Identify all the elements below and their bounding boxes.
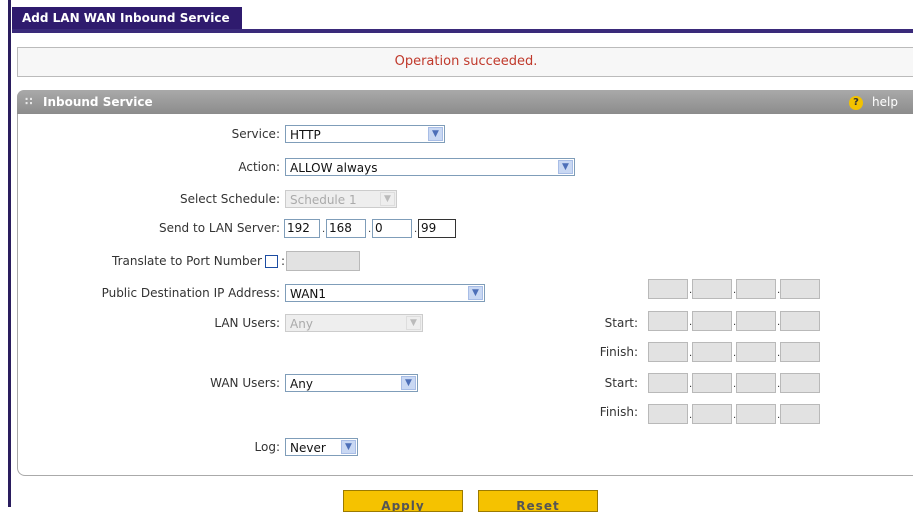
page-tab-title: Add LAN WAN Inbound Service: [12, 7, 242, 29]
status-message: Operation succeeded.: [17, 47, 913, 77]
lan-users-select[interactable]: Any ▼: [285, 314, 423, 332]
public-dest-ip-octet-4[interactable]: [780, 279, 820, 299]
schedule-select[interactable]: Schedule 1 ▼: [285, 190, 397, 208]
schedule-value: Schedule 1: [290, 193, 357, 207]
wan-start-ip-octet-2[interactable]: [692, 373, 732, 393]
chevron-down-icon: ▼: [468, 286, 483, 300]
wan-users-value: Any: [290, 377, 313, 391]
action-label: Action:: [238, 160, 280, 174]
service-select[interactable]: HTTP ▼: [285, 125, 445, 143]
lan-server-octet-2[interactable]: 168: [326, 219, 366, 238]
chevron-down-icon: ▼: [341, 440, 356, 454]
public-dest-value: WAN1: [290, 287, 327, 301]
help-link[interactable]: ? help: [849, 90, 898, 114]
public-dest-ip-octet-3[interactable]: [736, 279, 776, 299]
help-icon: ?: [849, 95, 863, 110]
chevron-down-icon: ▼: [380, 192, 395, 206]
lan-start-ip-octet-2[interactable]: [692, 311, 732, 331]
grip-icon: ∷: [25, 95, 33, 108]
public-dest-select[interactable]: WAN1 ▼: [285, 284, 485, 302]
lan-start-ip-octet-1[interactable]: [648, 311, 688, 331]
chevron-down-icon: ▼: [428, 127, 443, 141]
chevron-down-icon: ▼: [558, 160, 573, 174]
schedule-label: Select Schedule:: [179, 192, 280, 206]
public-dest-ip-octet-2[interactable]: [692, 279, 732, 299]
action-select[interactable]: ALLOW always ▼: [285, 158, 575, 176]
translate-colon: :: [281, 254, 286, 268]
wan-users-select[interactable]: Any ▼: [285, 374, 418, 392]
lan-finish-label: Finish:: [599, 345, 638, 359]
reset-button[interactable]: Reset: [478, 490, 598, 512]
ip-dot: .: [414, 224, 418, 235]
wan-start-ip-octet-3[interactable]: [736, 373, 776, 393]
lan-start-ip-octet-3[interactable]: [736, 311, 776, 331]
service-label: Service:: [231, 127, 280, 141]
ip-dot: .: [322, 224, 326, 235]
lan-finish-ip-octet-1[interactable]: [648, 342, 688, 362]
translate-label: Translate to Port Number: [112, 254, 262, 268]
panel-title: Inbound Service: [43, 95, 153, 109]
lan-finish-ip-octet-2[interactable]: [692, 342, 732, 362]
wan-start-label: Start:: [604, 376, 638, 390]
chevron-down-icon: ▼: [401, 376, 416, 390]
wan-finish-ip-octet-2[interactable]: [692, 404, 732, 424]
lan-server-label: Send to LAN Server:: [158, 221, 280, 235]
ip-dot: .: [368, 224, 372, 235]
log-select[interactable]: Never ▼: [285, 438, 358, 456]
panel-header: ∷ Inbound Service ? help: [17, 90, 913, 114]
lan-server-octet-3[interactable]: 0: [372, 219, 412, 238]
lan-users-label: LAN Users:: [214, 316, 280, 330]
wan-finish-ip-octet-4[interactable]: [780, 404, 820, 424]
wan-start-ip-octet-4[interactable]: [780, 373, 820, 393]
lan-start-label: Start:: [604, 316, 638, 330]
wan-start-ip-octet-1[interactable]: [648, 373, 688, 393]
public-dest-label: Public Destination IP Address:: [101, 286, 280, 300]
lan-start-ip-octet-4[interactable]: [780, 311, 820, 331]
lan-server-octet-4[interactable]: 99: [418, 219, 456, 238]
header-rule: [12, 29, 913, 33]
lan-server-octet-1[interactable]: 192: [284, 219, 320, 238]
wan-users-label: WAN Users:: [210, 376, 280, 390]
wan-finish-ip-octet-3[interactable]: [736, 404, 776, 424]
service-value: HTTP: [290, 128, 321, 142]
wan-finish-ip-octet-1[interactable]: [648, 404, 688, 424]
apply-button[interactable]: Apply: [343, 490, 463, 512]
log-value: Never: [290, 441, 326, 455]
public-dest-ip-octet-1[interactable]: [648, 279, 688, 299]
lan-users-value: Any: [290, 317, 313, 331]
lan-finish-ip-octet-4[interactable]: [780, 342, 820, 362]
log-label: Log:: [254, 440, 280, 454]
action-value: ALLOW always: [290, 161, 378, 175]
lan-finish-ip-octet-3[interactable]: [736, 342, 776, 362]
help-label: help: [872, 95, 898, 109]
translate-checkbox[interactable]: [265, 255, 278, 268]
translate-port-input[interactable]: [286, 251, 360, 271]
chevron-down-icon: ▼: [406, 316, 421, 330]
wan-finish-label: Finish:: [599, 405, 638, 419]
